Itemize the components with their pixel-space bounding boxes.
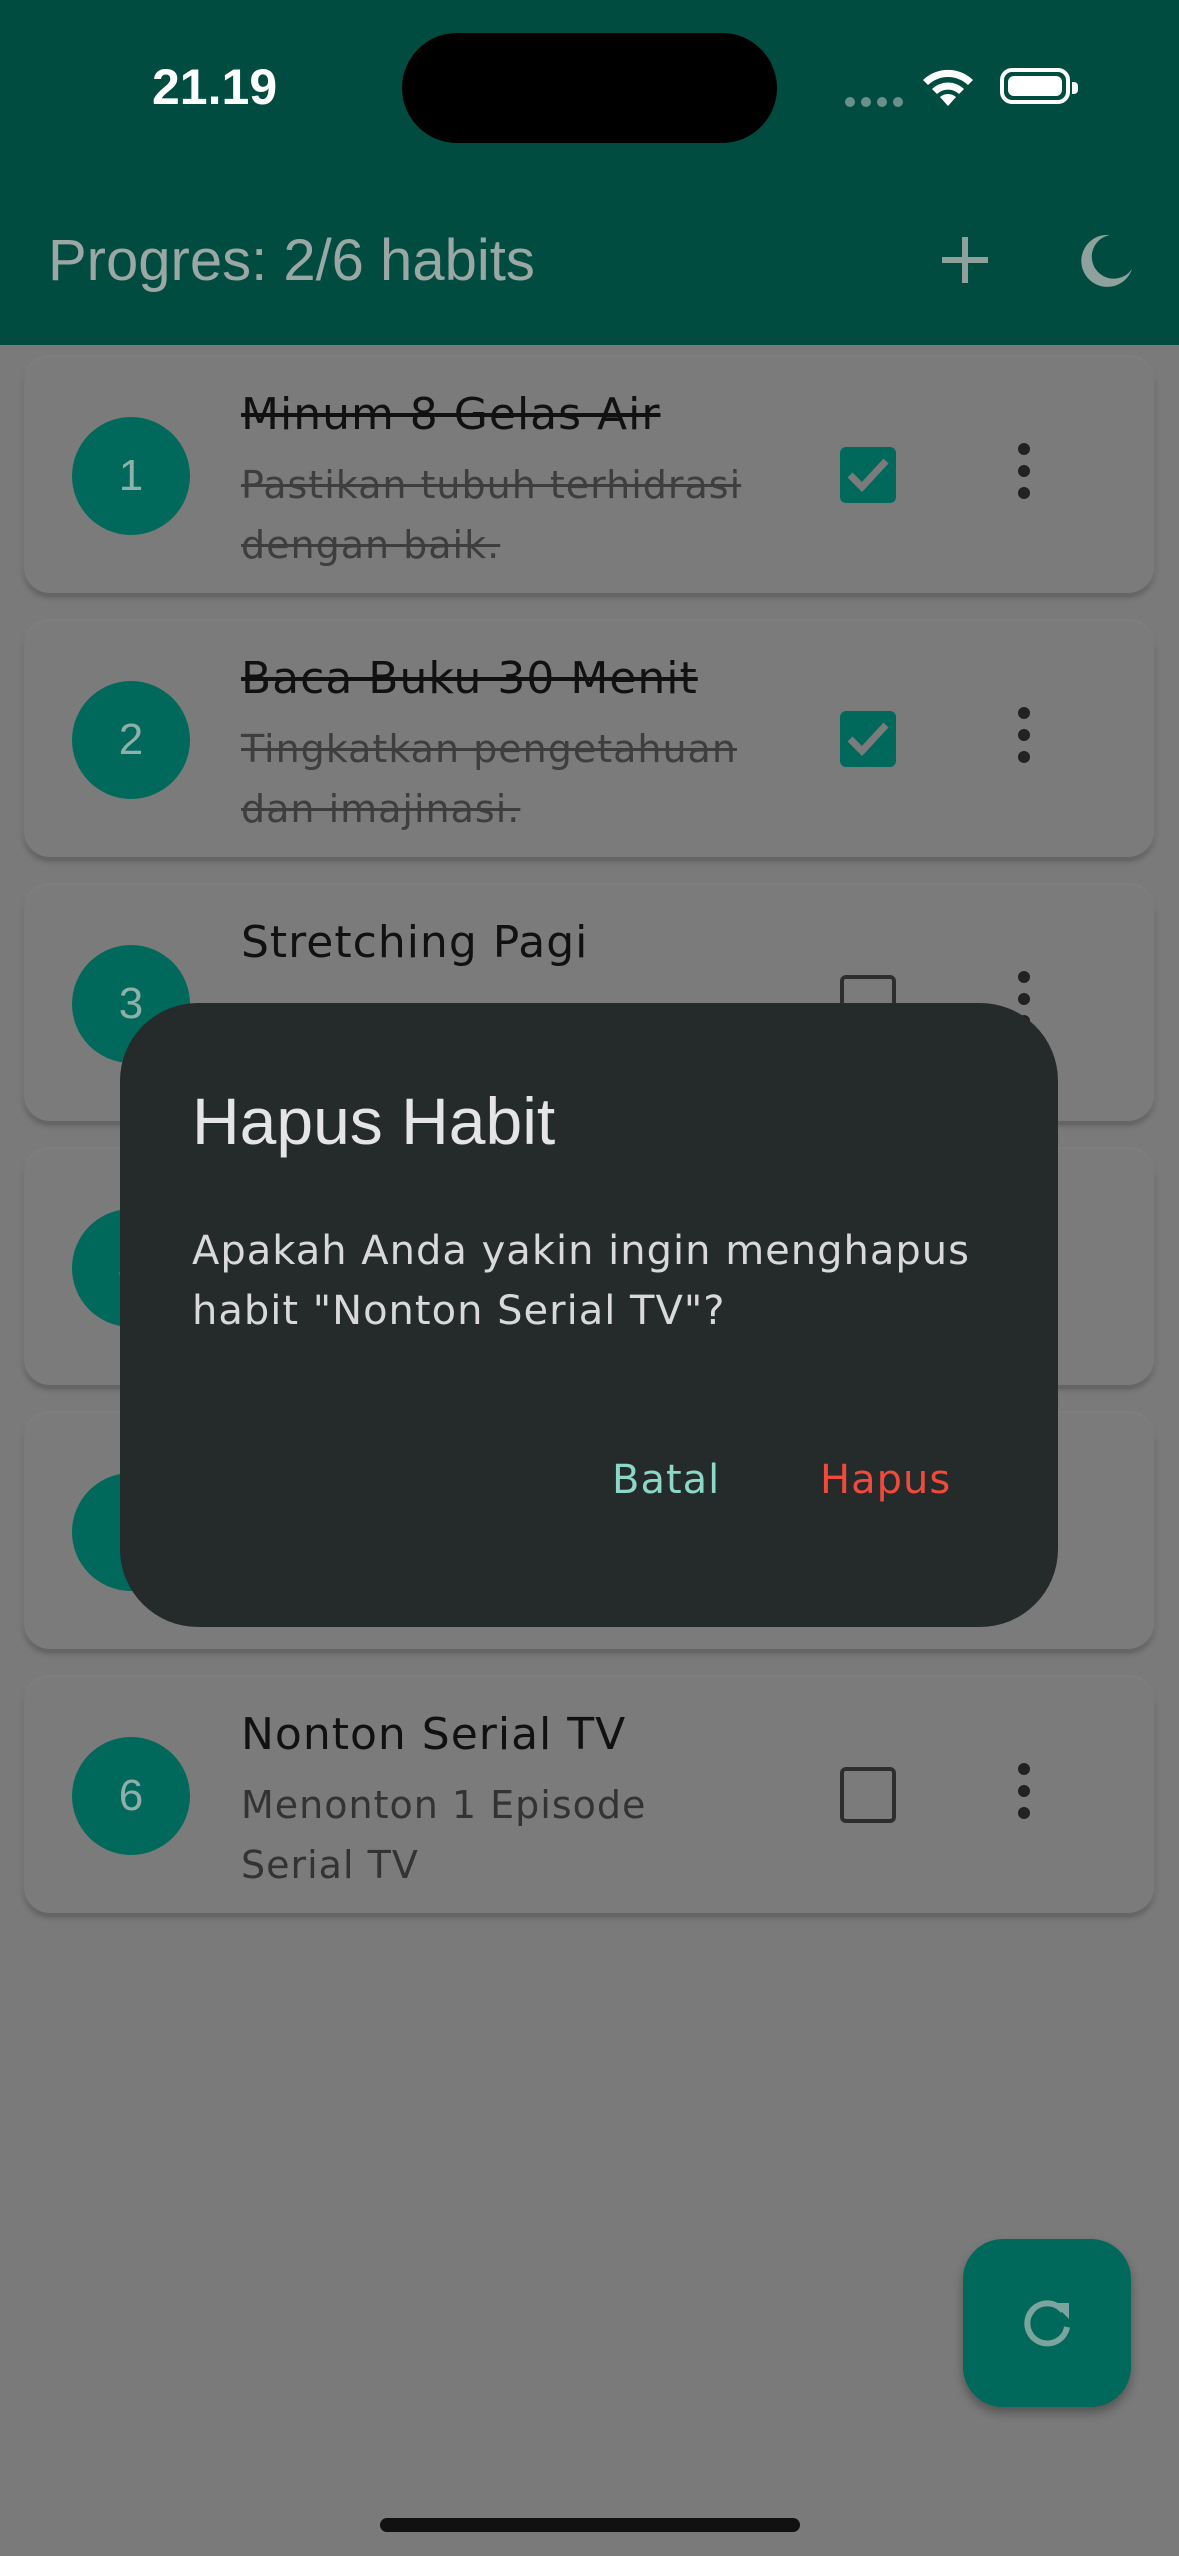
status-bar: 21.19 <box>0 0 1179 175</box>
plus-icon <box>942 237 988 283</box>
battery-icon <box>1000 68 1078 104</box>
habit-title: Baca Buku 30 Menit <box>241 653 698 704</box>
progress-title: Progres: 2/6 habits <box>48 228 535 293</box>
wifi-icon <box>920 66 976 112</box>
cancel-button[interactable]: Batal <box>612 1457 720 1503</box>
habit-number: 6 <box>72 1737 190 1855</box>
moon-icon <box>1081 234 1132 287</box>
habit-title: Nonton Serial TV <box>241 1709 627 1760</box>
status-time: 21.19 <box>152 59 278 115</box>
habit-description: Pastikan tubuh terhidrasi dengan baik. <box>241 463 742 567</box>
check-icon <box>847 458 889 493</box>
habit-card[interactable]: 2 Baca Buku 30 Menit Tingkatkan pengetah… <box>24 621 1154 857</box>
habit-description: Tingkatkan pengetahuan dan imajinasi. <box>241 727 737 831</box>
habit-description: Menonton 1 Episode Serial TV <box>241 1783 647 1887</box>
more-vert-icon[interactable] <box>1009 701 1039 781</box>
refresh-icon <box>1024 2300 1070 2347</box>
habit-card[interactable]: 1 Minum 8 Gelas Air Pastikan tubuh terhi… <box>24 357 1154 593</box>
cellular-signal-icon <box>845 92 909 111</box>
theme-toggle-button[interactable] <box>1070 225 1140 295</box>
delete-button[interactable]: Hapus <box>820 1457 951 1503</box>
habit-card[interactable]: 6 Nonton Serial TV Menonton 1 Episode Se… <box>24 1677 1154 1913</box>
more-vert-icon[interactable] <box>1009 437 1039 517</box>
more-vert-icon[interactable] <box>1009 1757 1039 1837</box>
dialog-title: Hapus Habit <box>192 1084 556 1158</box>
add-habit-button[interactable] <box>930 225 1000 295</box>
habit-checkbox[interactable] <box>840 711 896 767</box>
habit-title: Minum 8 Gelas Air <box>241 389 661 440</box>
habit-number: 1 <box>72 417 190 535</box>
habit-checkbox[interactable] <box>840 1767 896 1823</box>
app-bar: Progres: 2/6 habits <box>0 175 1179 345</box>
habit-title: Stretching Pagi <box>241 917 589 968</box>
delete-habit-dialog: Hapus Habit Apakah Anda yakin ingin meng… <box>120 1003 1058 1627</box>
reset-fab-button[interactable] <box>963 2239 1131 2407</box>
dynamic-island <box>402 33 777 143</box>
habit-checkbox[interactable] <box>840 447 896 503</box>
dialog-message: Apakah Anda yakin ingin menghapus habit … <box>192 1228 970 1334</box>
check-icon <box>847 722 889 757</box>
home-indicator <box>380 2518 800 2532</box>
habit-number: 2 <box>72 681 190 799</box>
